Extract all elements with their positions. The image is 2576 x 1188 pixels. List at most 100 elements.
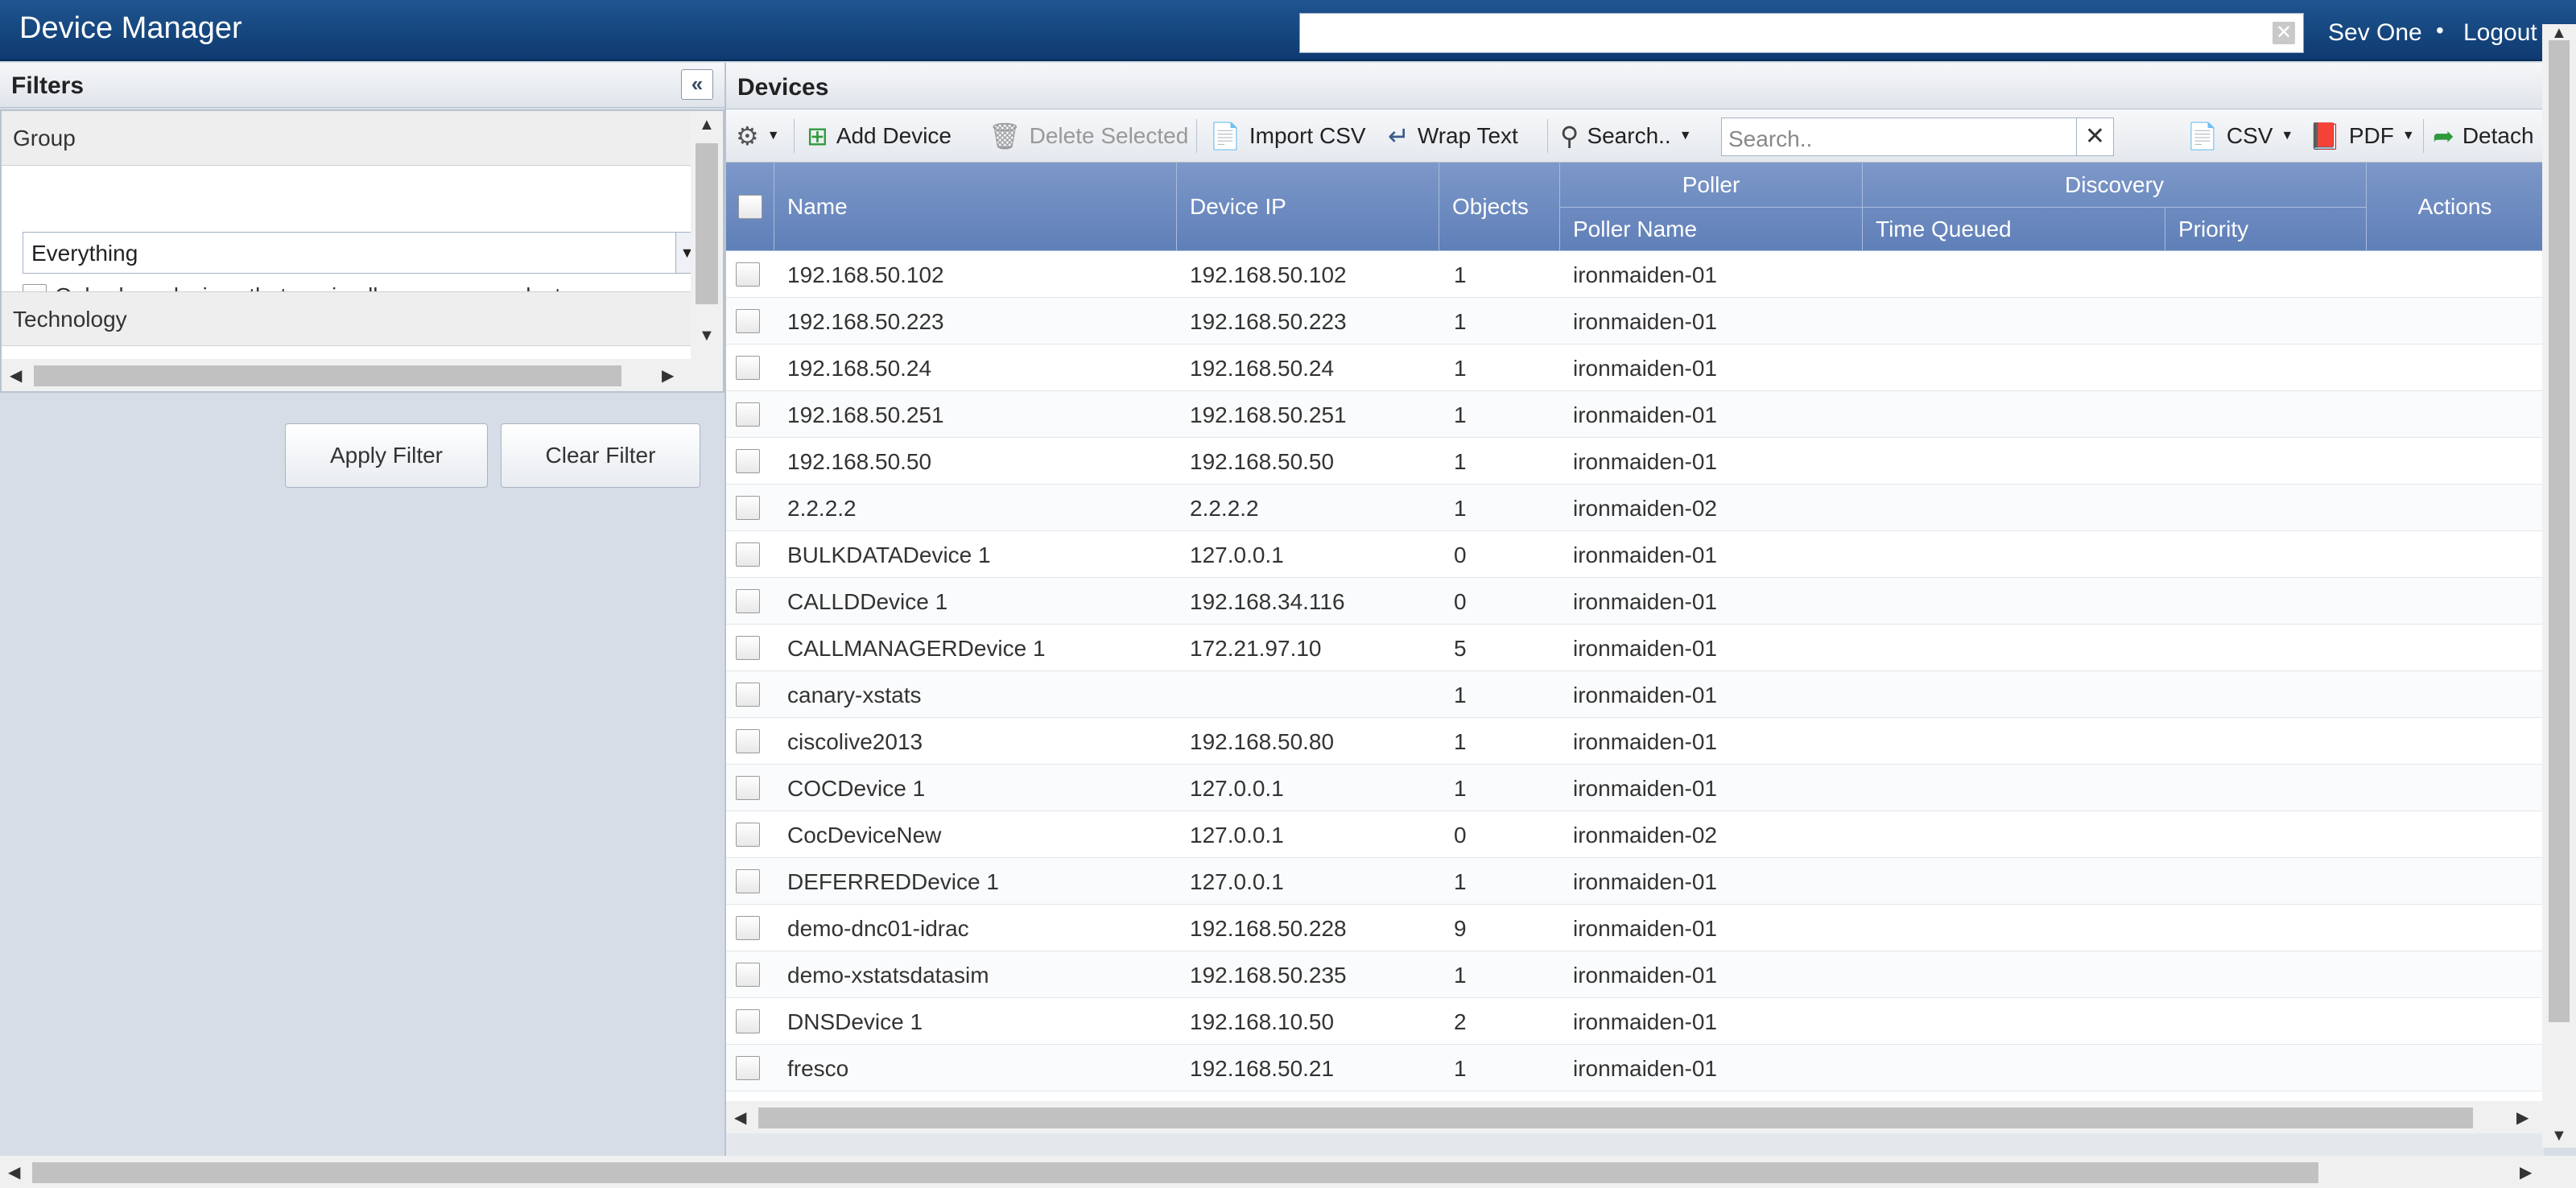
settings-menu-button[interactable]: ⚙ ▼	[736, 121, 780, 151]
global-search-clear-icon[interactable]: ✕	[2273, 22, 2295, 44]
scroll-down-icon[interactable]: ▼	[2551, 1127, 2567, 1145]
devices-grid-header: Name Device IP Objects Poller Poller Nam…	[726, 163, 2544, 251]
table-row[interactable]: ciscolive2013 192.168.50.80 1 ironmaiden-01	[726, 718, 2544, 765]
row-checkbox[interactable]	[736, 1009, 760, 1033]
row-checkbox[interactable]	[736, 823, 760, 847]
grid-hscroll-thumb[interactable]	[758, 1108, 2473, 1128]
filter-horizontal-scrollbar[interactable]: ◀ ▶	[2, 359, 691, 391]
table-row[interactable]: CALLMANAGERDevice 1 172.21.97.10 5 ironmaid…	[726, 625, 2544, 671]
filter-section-group[interactable]: Group	[2, 111, 691, 166]
row-checkbox[interactable]	[736, 309, 760, 333]
row-checkbox[interactable]	[736, 776, 760, 800]
wrap-text-button[interactable]: ↵ Wrap Text	[1388, 121, 1518, 151]
collapse-filters-button[interactable]: «	[681, 69, 713, 100]
column-group-discovery: Discovery	[1863, 163, 2367, 208]
filter-section-technology[interactable]: Technology	[2, 291, 691, 346]
row-checkbox[interactable]	[736, 916, 760, 940]
row-checkbox[interactable]	[736, 963, 760, 987]
filter-vertical-scrollbar[interactable]: ▲ ▼	[691, 111, 723, 391]
scroll-right-icon[interactable]: ▶	[2520, 1162, 2532, 1182]
apply-filter-button[interactable]: Apply Filter	[285, 423, 488, 488]
devices-title: Devices	[737, 74, 829, 101]
delete-selected-button[interactable]: 🗑 Delete Selected	[989, 121, 1188, 151]
add-device-button[interactable]: ⊞ Add Device	[807, 121, 952, 151]
table-row[interactable]: 192.168.50.251 192.168.50.251 1 ironmaiden-…	[726, 391, 2544, 438]
table-row[interactable]: demo-xstatsdatasim 192.168.50.235 1 ironmai…	[726, 951, 2544, 998]
table-row[interactable]: BULKDATADevice 1 127.0.0.1 0 ironmaiden-01	[726, 531, 2544, 578]
row-checkbox[interactable]	[736, 589, 760, 613]
row-checkbox[interactable]	[736, 683, 760, 707]
scroll-right-icon[interactable]: ▶	[2516, 1108, 2529, 1128]
scroll-left-icon[interactable]: ◀	[734, 1108, 746, 1128]
row-checkbox[interactable]	[736, 729, 760, 753]
cell-objects: 0	[1454, 589, 1467, 614]
table-row[interactable]: demo-dnc01-idrac 192.168.50.228 9 ironmaide…	[726, 905, 2544, 951]
cell-name: demo-dnc01-idrac	[787, 916, 969, 941]
group-select[interactable]: Everything ▼	[23, 232, 699, 274]
cell-device-ip: 192.168.50.223	[1190, 309, 1347, 334]
cell-name: CALLDDevice 1	[787, 589, 948, 614]
table-row[interactable]: CALLDDevice 1 192.168.34.116 0 ironmaiden-0…	[726, 578, 2544, 625]
clear-filter-button[interactable]: Clear Filter	[501, 423, 700, 488]
table-row[interactable]: 192.168.50.24 192.168.50.24 1 ironmaiden-01	[726, 344, 2544, 391]
window-vscroll-thumb[interactable]	[2549, 40, 2570, 1022]
table-row[interactable]: DNSDevice 1 192.168.10.50 2 ironmaiden-01	[726, 998, 2544, 1045]
toolbar-separator	[794, 119, 795, 153]
import-csv-button[interactable]: 📄 Import CSV	[1209, 121, 1366, 151]
device-search-input[interactable]: Search.. ✕	[1721, 118, 2114, 156]
csv-export-button[interactable]: 📄 CSV ▼	[2186, 121, 2293, 151]
table-row[interactable]: COCDevice 1 127.0.0.1 1 ironmaiden-01	[726, 765, 2544, 811]
window-horizontal-scrollbar[interactable]: ◀ ▶	[0, 1156, 2576, 1188]
table-row[interactable]: canary-xstats 1 ironmaiden-01	[726, 671, 2544, 718]
select-all-cell	[726, 163, 774, 251]
cell-device-ip: 127.0.0.1	[1190, 823, 1284, 848]
row-checkbox[interactable]	[736, 636, 760, 660]
pdf-export-button[interactable]: 📕 PDF ▼	[2309, 121, 2415, 151]
user-link[interactable]: Sev One	[2328, 19, 2422, 47]
window-vertical-scrollbar[interactable]: ▲ ▼	[2542, 24, 2576, 1148]
scroll-up-icon[interactable]: ▲	[699, 116, 715, 134]
row-checkbox[interactable]	[736, 449, 760, 473]
row-checkbox[interactable]	[736, 542, 760, 567]
search-menu-button[interactable]: ⚲ Search.. ▼	[1560, 121, 1692, 151]
filter-vscroll-thumb[interactable]	[696, 143, 718, 304]
select-all-checkbox[interactable]	[737, 194, 762, 219]
cell-objects: 2	[1454, 1009, 1467, 1034]
table-row[interactable]: CocDeviceNew 127.0.0.1 0 ironmaiden-02	[726, 811, 2544, 858]
grid-horizontal-scrollbar[interactable]: ◀ ▶	[726, 1101, 2544, 1133]
filter-hscroll-thumb[interactable]	[34, 365, 621, 386]
row-checkbox[interactable]	[736, 869, 760, 893]
table-row[interactable]: fresco 192.168.50.21 1 ironmaiden-01	[726, 1045, 2544, 1091]
scroll-left-icon[interactable]: ◀	[8, 1162, 20, 1182]
table-row[interactable]: DEFERREDDevice 1 127.0.0.1 1 ironmaiden-01	[726, 858, 2544, 905]
logout-link[interactable]: Logout	[2463, 19, 2537, 47]
table-row[interactable]: 192.168.50.50 192.168.50.50 1 ironmaiden-01	[726, 438, 2544, 485]
table-row[interactable]: 2.2.2.2 2.2.2.2 1 ironmaiden-02	[726, 485, 2544, 531]
column-header-time-queued[interactable]: Time Queued	[1863, 208, 2165, 251]
row-checkbox[interactable]	[736, 496, 760, 520]
row-checkbox[interactable]	[736, 1056, 760, 1080]
scroll-right-icon[interactable]: ▶	[662, 365, 674, 386]
column-header-device-ip[interactable]: Device IP	[1177, 163, 1439, 251]
detach-button[interactable]: ➦ Detach	[2433, 121, 2534, 151]
row-checkbox[interactable]	[736, 262, 760, 287]
cell-objects: 9	[1454, 916, 1467, 941]
column-header-poller-name[interactable]: Poller Name	[1560, 208, 1863, 251]
column-header-priority[interactable]: Priority	[2165, 208, 2367, 251]
column-header-name[interactable]: Name	[774, 163, 1177, 251]
scroll-left-icon[interactable]: ◀	[10, 365, 22, 386]
table-row[interactable]: 192.168.50.102 192.168.50.102 1 ironmaiden-…	[726, 251, 2544, 298]
row-checkbox[interactable]	[736, 402, 760, 427]
cell-objects: 1	[1454, 449, 1467, 474]
cell-poller-name: ironmaiden-01	[1573, 776, 1717, 801]
row-checkbox[interactable]	[736, 356, 760, 380]
global-search-input[interactable]: ✕	[1299, 13, 2304, 53]
filter-list: Group Everything ▼ Only show devices tha…	[0, 109, 724, 393]
header-separator: •	[2436, 18, 2444, 43]
toolbar-separator	[1196, 119, 1197, 153]
column-header-objects[interactable]: Objects	[1439, 163, 1560, 251]
scroll-down-icon[interactable]: ▼	[699, 327, 715, 345]
window-hscroll-thumb[interactable]	[32, 1162, 2318, 1183]
table-row[interactable]: 192.168.50.223 192.168.50.223 1 ironmaiden-…	[726, 298, 2544, 344]
device-search-clear-icon[interactable]: ✕	[2076, 118, 2113, 155]
